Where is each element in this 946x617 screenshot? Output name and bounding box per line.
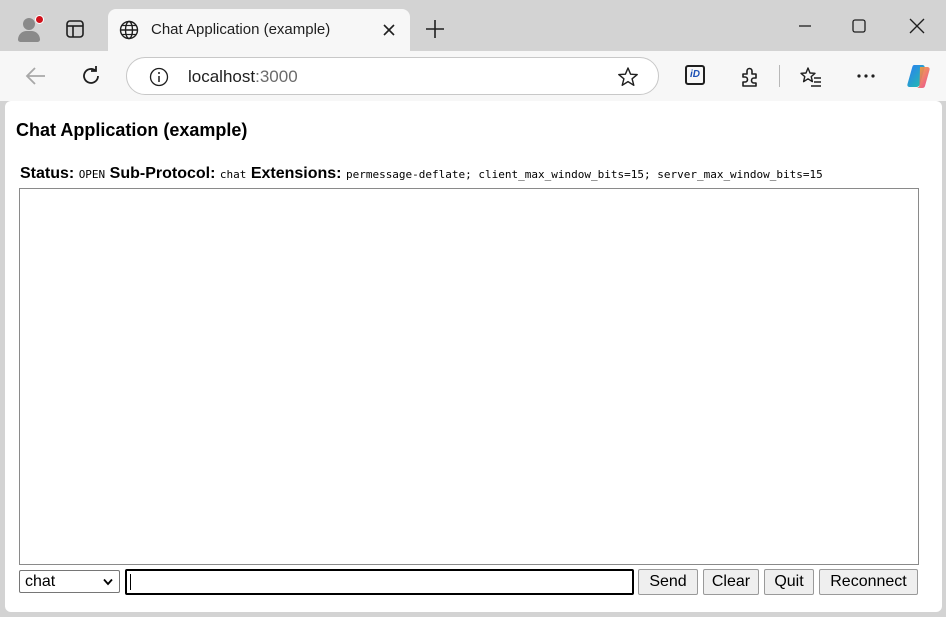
info-icon[interactable] — [149, 67, 169, 87]
chat-controls: chat Send Clear Quit Reconnect — [19, 569, 919, 595]
subprotocol-label: Sub-Protocol: — [109, 165, 216, 182]
tab-strip: Chat Application (example) — [0, 0, 946, 51]
chevron-down-icon — [103, 578, 113, 586]
reconnect-button[interactable]: Reconnect — [819, 569, 918, 595]
status-label: Status: — [20, 165, 75, 182]
tab-title: Chat Application (example) — [151, 21, 331, 38]
url-text[interactable]: localhost:3000 — [188, 67, 298, 87]
status-line: Status: OPEN Sub-Protocol: chat Extensio… — [20, 165, 823, 183]
extensions-icon[interactable] — [739, 65, 763, 89]
refresh-icon[interactable] — [79, 64, 103, 88]
extensions-label: Extensions: — [250, 165, 342, 182]
profile-icon[interactable] — [14, 14, 44, 44]
active-tab[interactable]: Chat Application (example) — [108, 9, 410, 51]
text-cursor — [130, 574, 131, 590]
clear-button[interactable]: Clear — [703, 569, 759, 595]
favorites-icon[interactable] — [799, 65, 823, 89]
favorite-star-icon[interactable] — [617, 66, 639, 88]
tab-actions-icon[interactable] — [64, 18, 86, 40]
send-button[interactable]: Send — [638, 569, 698, 595]
globe-icon — [119, 20, 139, 40]
message-input[interactable] — [125, 569, 634, 595]
browser-toolbar: localhost:3000 iD — [0, 51, 946, 101]
copilot-icon[interactable] — [905, 62, 933, 90]
protocol-select[interactable]: chat — [19, 570, 120, 593]
minimize-icon[interactable] — [793, 14, 817, 38]
id-extension-icon[interactable]: iD — [685, 65, 705, 85]
extensions-value: permessage-deflate; client_max_window_bi… — [345, 168, 823, 181]
page-title: Chat Application (example) — [16, 120, 248, 140]
status-value: OPEN — [78, 168, 106, 181]
close-window-icon[interactable] — [905, 14, 929, 38]
close-tab-icon[interactable] — [380, 21, 398, 39]
quit-button[interactable]: Quit — [764, 569, 814, 595]
message-log[interactable] — [19, 188, 919, 565]
page-viewport: Chat Application (example) Status: OPEN … — [5, 101, 942, 612]
notification-dot — [35, 15, 44, 24]
maximize-icon[interactable] — [847, 14, 871, 38]
new-tab-icon[interactable] — [424, 18, 446, 40]
toolbar-separator — [779, 65, 780, 87]
back-icon[interactable] — [24, 64, 48, 88]
more-icon[interactable] — [854, 64, 878, 88]
address-bar[interactable]: localhost:3000 — [126, 57, 659, 95]
subprotocol-value: chat — [219, 168, 247, 181]
